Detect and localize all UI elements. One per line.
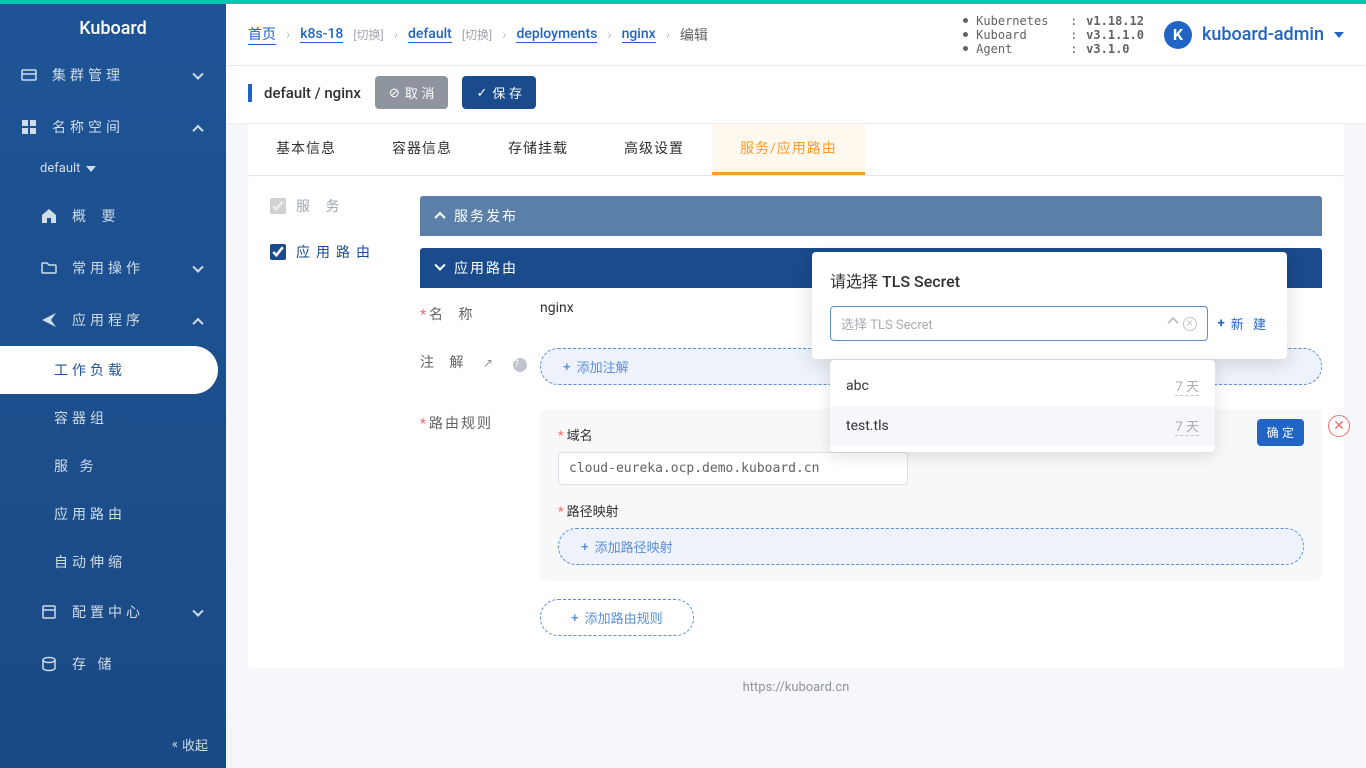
chevron-down-icon — [194, 606, 206, 618]
dropdown-option-abc[interactable]: abc 7 天 — [830, 366, 1215, 406]
bc-namespace[interactable]: default — [408, 26, 452, 43]
folder-icon — [40, 259, 58, 277]
tab-advanced[interactable]: 高级设置 — [596, 124, 712, 175]
chevron-up-icon — [1167, 316, 1178, 327]
config-icon — [40, 603, 58, 621]
sidebar-sub-hpa[interactable]: 自动伸缩 — [0, 538, 226, 586]
cancel-button[interactable]: ⊘取 消 — [375, 76, 449, 109]
sidebar: Kuboard 集群管理 名称空间 default 概 要 — [0, 0, 226, 768]
bc-switch-ns[interactable]: [切换] — [462, 26, 492, 43]
check-icon: ✓ — [476, 85, 487, 101]
bc-home[interactable]: 首页 — [248, 24, 276, 45]
collapse-icon: « — [172, 737, 178, 752]
tab-service-ingress[interactable]: 服务/应用路由 — [712, 124, 865, 175]
confirm-button[interactable]: 确 定 — [1257, 419, 1304, 446]
toolbar: default / nginx ⊘取 消 ✓保 存 — [226, 66, 1366, 124]
new-secret-link[interactable]: +新 建 — [1218, 314, 1269, 333]
cluster-icon — [20, 66, 38, 84]
add-path-button[interactable]: +添加路径映射 — [558, 528, 1304, 565]
domain-input[interactable] — [558, 452, 908, 485]
external-link-icon[interactable]: ↗ — [483, 356, 499, 370]
header: 首页 › k8s-18 [切换] › default [切换] › deploy… — [226, 4, 1366, 66]
footer-link[interactable]: https://kuboard.cn — [248, 668, 1344, 707]
service-checkbox[interactable]: 服 务 — [270, 196, 420, 216]
dropdown-option-test-tls[interactable]: test.tls 7 天 — [830, 406, 1215, 446]
chevron-up-icon — [434, 212, 445, 223]
popover-title: 请选择 TLS Secret — [812, 252, 1287, 302]
bc-cluster[interactable]: k8s-18 — [300, 26, 343, 43]
tab-volume[interactable]: 存储挂载 — [480, 124, 596, 175]
caret-down-icon — [86, 166, 96, 172]
tls-secret-select[interactable]: 选择 TLS Secret ✕ — [830, 306, 1208, 341]
sidebar-item-namespace[interactable]: 名称空间 — [0, 101, 226, 153]
version-info: Kubernetes:v1.18.12 Kuboard:v3.1.1.0 Age… — [963, 14, 1144, 56]
sidebar-item-overview[interactable]: 概 要 — [0, 190, 226, 242]
sidebar-sub-pods[interactable]: 容器组 — [0, 394, 226, 442]
cancel-icon: ⊘ — [389, 85, 400, 101]
chevron-down-icon — [434, 260, 445, 271]
sidebar-item-storage[interactable]: 存 储 — [0, 638, 226, 690]
tabs: 基本信息 容器信息 存储挂载 高级设置 服务/应用路由 — [248, 124, 1344, 176]
namespace-selector[interactable]: default — [0, 153, 226, 190]
caret-down-icon — [1334, 32, 1344, 38]
bc-switch[interactable]: [切换] — [353, 26, 383, 43]
sidebar-item-config[interactable]: 配置中心 — [0, 586, 226, 638]
save-button[interactable]: ✓保 存 — [462, 76, 536, 109]
bc-action: 编辑 — [680, 25, 708, 45]
chevron-up-icon — [194, 121, 206, 133]
tab-basic[interactable]: 基本信息 — [248, 124, 364, 175]
help-icon[interactable]: ? — [513, 358, 527, 372]
delete-rule-button[interactable]: ✕ — [1328, 415, 1350, 437]
sidebar-sub-workload[interactable]: 工作负载 — [0, 346, 218, 394]
sidebar-item-app[interactable]: 应用程序 — [0, 294, 226, 346]
brand-logo: Kuboard — [0, 0, 226, 49]
avatar: K — [1164, 21, 1192, 49]
add-rule-button[interactable]: +添加路由规则 — [540, 599, 694, 636]
home-icon — [40, 207, 58, 225]
chevron-up-icon — [194, 314, 206, 326]
tls-secret-popover: 请选择 TLS Secret 选择 TLS Secret ✕ +新 建 — [812, 252, 1287, 359]
sidebar-sub-service[interactable]: 服 务 — [0, 442, 226, 490]
service-section-header[interactable]: 服务发布 — [420, 196, 1322, 236]
collapse-button[interactable]: « 收起 — [172, 735, 208, 754]
page-title: default / nginx — [248, 84, 361, 102]
clear-icon[interactable]: ✕ — [1183, 317, 1197, 331]
bc-name[interactable]: nginx — [622, 26, 656, 43]
sidebar-item-common[interactable]: 常用操作 — [0, 242, 226, 294]
tab-container[interactable]: 容器信息 — [364, 124, 480, 175]
bc-kind[interactable]: deployments — [516, 26, 597, 43]
chevron-down-icon — [194, 69, 206, 81]
send-icon — [40, 311, 58, 329]
sidebar-sub-ingress[interactable]: 应用路由 — [0, 490, 226, 538]
grid-icon — [20, 118, 38, 136]
ingress-checkbox[interactable]: 应用路由 — [270, 242, 420, 262]
tls-secret-dropdown: abc 7 天 test.tls 7 天 — [830, 360, 1215, 452]
storage-icon — [40, 655, 58, 673]
chevron-down-icon — [194, 262, 206, 274]
sidebar-item-cluster[interactable]: 集群管理 — [0, 49, 226, 101]
user-menu[interactable]: K kuboard-admin — [1164, 21, 1344, 49]
breadcrumb: 首页 › k8s-18 [切换] › default [切换] › deploy… — [248, 24, 943, 45]
